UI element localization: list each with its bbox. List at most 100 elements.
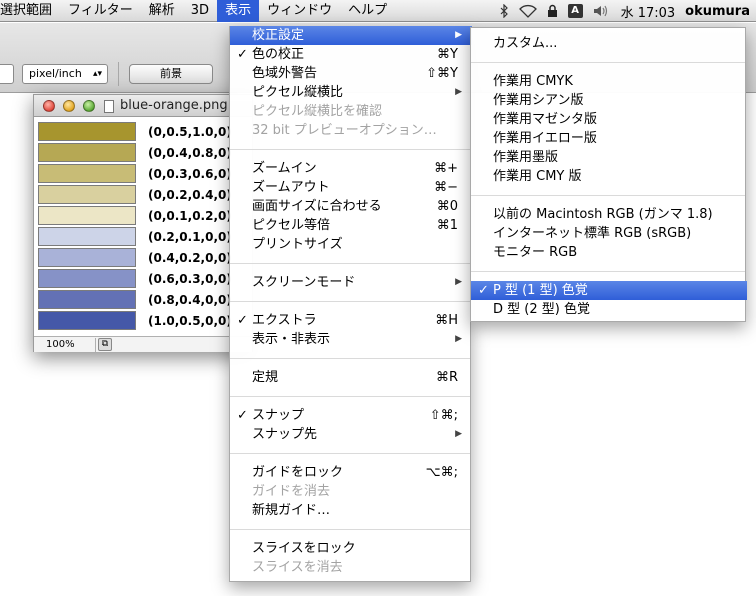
menubar-user[interactable]: okumura bbox=[685, 4, 750, 19]
document-title: blue-orange.png bbox=[120, 98, 228, 113]
menu-3d[interactable]: 3D bbox=[183, 0, 217, 22]
swatch-label: (0,0.1,0.2,0) bbox=[148, 208, 232, 223]
view-menu-item[interactable]: スクリーンモード ▶ bbox=[230, 273, 472, 292]
view-menu-item[interactable]: ガイドをロック ⌥⌘; bbox=[230, 463, 472, 482]
proof-setup-submenu: カスタム... 作業用 CMYK 作業用シアン版 作業用マゼンタ版 作業用イエロー版 作業… bbox=[470, 27, 747, 322]
menu-item-label: 作業用 CMY 版 bbox=[493, 169, 582, 184]
unit-select[interactable]: pixel/inch ▴▾ bbox=[22, 64, 108, 84]
menu-item-label: 表示・非表示 bbox=[252, 332, 331, 347]
front-image-button[interactable]: 前景 bbox=[129, 64, 213, 84]
menu-item-label: ピクセル縦横比 bbox=[252, 85, 344, 100]
submenu-arrow-icon: ▶ bbox=[455, 87, 462, 97]
swatch-row: (0.8,0.4,0,0) bbox=[38, 290, 234, 309]
wifi-icon[interactable] bbox=[518, 0, 537, 22]
color-swatch bbox=[38, 311, 136, 330]
proof-menu-item[interactable]: 作業用シアン版 bbox=[471, 91, 747, 110]
view-menu-item: ピクセル縦横比を確認 bbox=[230, 102, 472, 121]
toolbar-divider bbox=[118, 62, 119, 86]
document-titlebar[interactable]: blue-orange.png bbox=[34, 95, 252, 117]
proof-menu-item[interactable]: 作業用 CMY 版 bbox=[471, 167, 747, 186]
menu-window[interactable]: ウィンドウ bbox=[259, 0, 340, 22]
proof-menu-item[interactable]: D 型 (2 型) 色覚 bbox=[471, 300, 747, 319]
menu-item-shortcut: ⇧⌘Y bbox=[426, 66, 458, 81]
proof-menu-item[interactable]: インターネット標準 RGB (sRGB) bbox=[471, 224, 747, 243]
view-menu-item[interactable]: 表示・非表示 ▶ bbox=[230, 330, 472, 349]
proof-menu-item[interactable]: 作業用墨版 bbox=[471, 148, 747, 167]
submenu-arrow-icon: ▶ bbox=[455, 334, 462, 344]
proof-menu-item[interactable]: モニター RGB bbox=[471, 243, 747, 262]
status-info-icon[interactable]: ⧉ bbox=[98, 338, 112, 351]
image-canvas[interactable]: (0,0.5,1.0,0) (0,0.4,0.8,0) (0,0.3,0.6,0) (… bbox=[38, 122, 234, 331]
view-menu-item: スライスを消去 bbox=[230, 558, 472, 577]
menu-item-label: インターネット標準 RGB (sRGB) bbox=[493, 226, 692, 241]
menu-item-label: 新規ガイド… bbox=[252, 503, 331, 518]
menu-item-label: 作業用イエロー版 bbox=[493, 131, 597, 146]
view-menu-item[interactable]: 色域外警告 ⇧⌘Y bbox=[230, 64, 472, 83]
bluetooth-icon[interactable] bbox=[500, 0, 509, 22]
view-menu-item[interactable]: ✓ 色の校正 ⌘Y bbox=[230, 45, 472, 64]
zoom-window-button[interactable] bbox=[83, 100, 95, 112]
close-window-button[interactable] bbox=[43, 100, 55, 112]
proof-menu-item[interactable]: 以前の Macintosh RGB (ガンマ 1.8) bbox=[471, 205, 747, 224]
file-icon bbox=[104, 100, 114, 113]
swatch-label: (0.4,0.2,0,0) bbox=[148, 250, 232, 265]
zoom-level-field[interactable]: 100% bbox=[46, 338, 96, 352]
menu-item-label: ガイドをロック bbox=[252, 465, 344, 480]
swatch-row: (1.0,0.5,0,0) bbox=[38, 311, 234, 330]
swatch-row: (0.6,0.3,0,0) bbox=[38, 269, 234, 288]
swatch-label: (0,0.4,0.8,0) bbox=[148, 145, 232, 160]
view-menu-item[interactable]: 画面サイズに合わせる ⌘0 bbox=[230, 197, 472, 216]
view-menu-item[interactable]: 新規ガイド… bbox=[230, 501, 472, 520]
view-menu-item[interactable]: ✓ エクストラ ⌘H bbox=[230, 311, 472, 330]
proof-menu-item[interactable]: ✓ P 型 (1 型) 色覚 bbox=[471, 281, 747, 300]
view-menu-item[interactable]: ズームイン ⌘+ bbox=[230, 159, 472, 178]
menu-item-label: 画面サイズに合わせる bbox=[252, 199, 382, 214]
swatch-label: (0,0.5,1.0,0) bbox=[148, 124, 232, 139]
menu-separator bbox=[230, 301, 470, 302]
menu-item-shortcut: ⌘0 bbox=[436, 199, 458, 214]
view-menu-item[interactable]: ピクセル縦横比 ▶ bbox=[230, 83, 472, 102]
menu-item-shortcut: ⌘R bbox=[435, 370, 458, 385]
view-menu-item[interactable]: スナップ先 ▶ bbox=[230, 425, 472, 444]
swatch-label: (0,0.2,0.4,0) bbox=[148, 187, 232, 202]
view-menu-item[interactable]: ピクセル等倍 ⌘1 bbox=[230, 216, 472, 235]
proof-menu-item[interactable]: カスタム... bbox=[471, 34, 747, 53]
menu-selection[interactable]: 選択範囲 bbox=[0, 0, 60, 22]
menu-bar: 選択範囲 フィルター 解析 3D 表示 ウィンドウ ヘルプ A 水 17:03 … bbox=[0, 0, 756, 22]
lock-icon[interactable] bbox=[547, 0, 558, 22]
view-menu-item[interactable]: ズームアウト ⌘− bbox=[230, 178, 472, 197]
menu-item-label: 作業用マゼンタ版 bbox=[493, 112, 598, 127]
swatch-label: (0.2,0.1,0,0) bbox=[148, 229, 232, 244]
menu-separator bbox=[230, 358, 470, 359]
proof-menu-item[interactable]: 作業用マゼンタ版 bbox=[471, 110, 747, 129]
menu-analysis[interactable]: 解析 bbox=[141, 0, 183, 22]
minimize-window-button[interactable] bbox=[63, 100, 75, 112]
view-menu-item[interactable]: 校正設定 ▶ bbox=[230, 26, 472, 45]
menu-separator bbox=[230, 263, 470, 264]
menu-filter[interactable]: フィルター bbox=[60, 0, 141, 22]
menubar-clock[interactable]: 水 17:03 bbox=[621, 2, 676, 21]
input-method-icon[interactable]: A bbox=[567, 0, 583, 22]
resolution-field[interactable] bbox=[0, 64, 14, 84]
menu-item-label: 色の校正 bbox=[252, 47, 305, 62]
menu-item-label: 作業用 CMYK bbox=[493, 74, 573, 89]
view-menu-item[interactable]: 定規 ⌘R bbox=[230, 368, 472, 387]
menu-item-label: スライスをロック bbox=[252, 541, 356, 556]
proof-menu-item[interactable]: 作業用 CMYK bbox=[471, 72, 747, 91]
menu-separator bbox=[230, 453, 470, 454]
swatch-row: (0,0.1,0.2,0) bbox=[38, 206, 234, 225]
proof-menu-item[interactable]: 作業用イエロー版 bbox=[471, 129, 747, 148]
view-menu-item[interactable]: プリントサイズ bbox=[230, 235, 472, 254]
menu-item-label: スクリーンモード bbox=[252, 275, 356, 290]
menu-item-label: P 型 (1 型) 色覚 bbox=[493, 283, 588, 298]
menu-item-label: スナップ先 bbox=[252, 427, 318, 442]
volume-icon[interactable] bbox=[593, 0, 611, 22]
swatch-row: (0.2,0.1,0,0) bbox=[38, 227, 234, 246]
view-menu-item[interactable]: ✓ スナップ ⇧⌘; bbox=[230, 406, 472, 425]
menu-help[interactable]: ヘルプ bbox=[340, 0, 395, 22]
view-menu-item[interactable]: スライスをロック bbox=[230, 539, 472, 558]
menu-item-label: エクストラ bbox=[252, 313, 317, 328]
swatch-label: (1.0,0.5,0,0) bbox=[148, 313, 232, 328]
document-status-bar: 100% ⧉ bbox=[34, 336, 252, 352]
menu-view[interactable]: 表示 bbox=[217, 0, 260, 22]
